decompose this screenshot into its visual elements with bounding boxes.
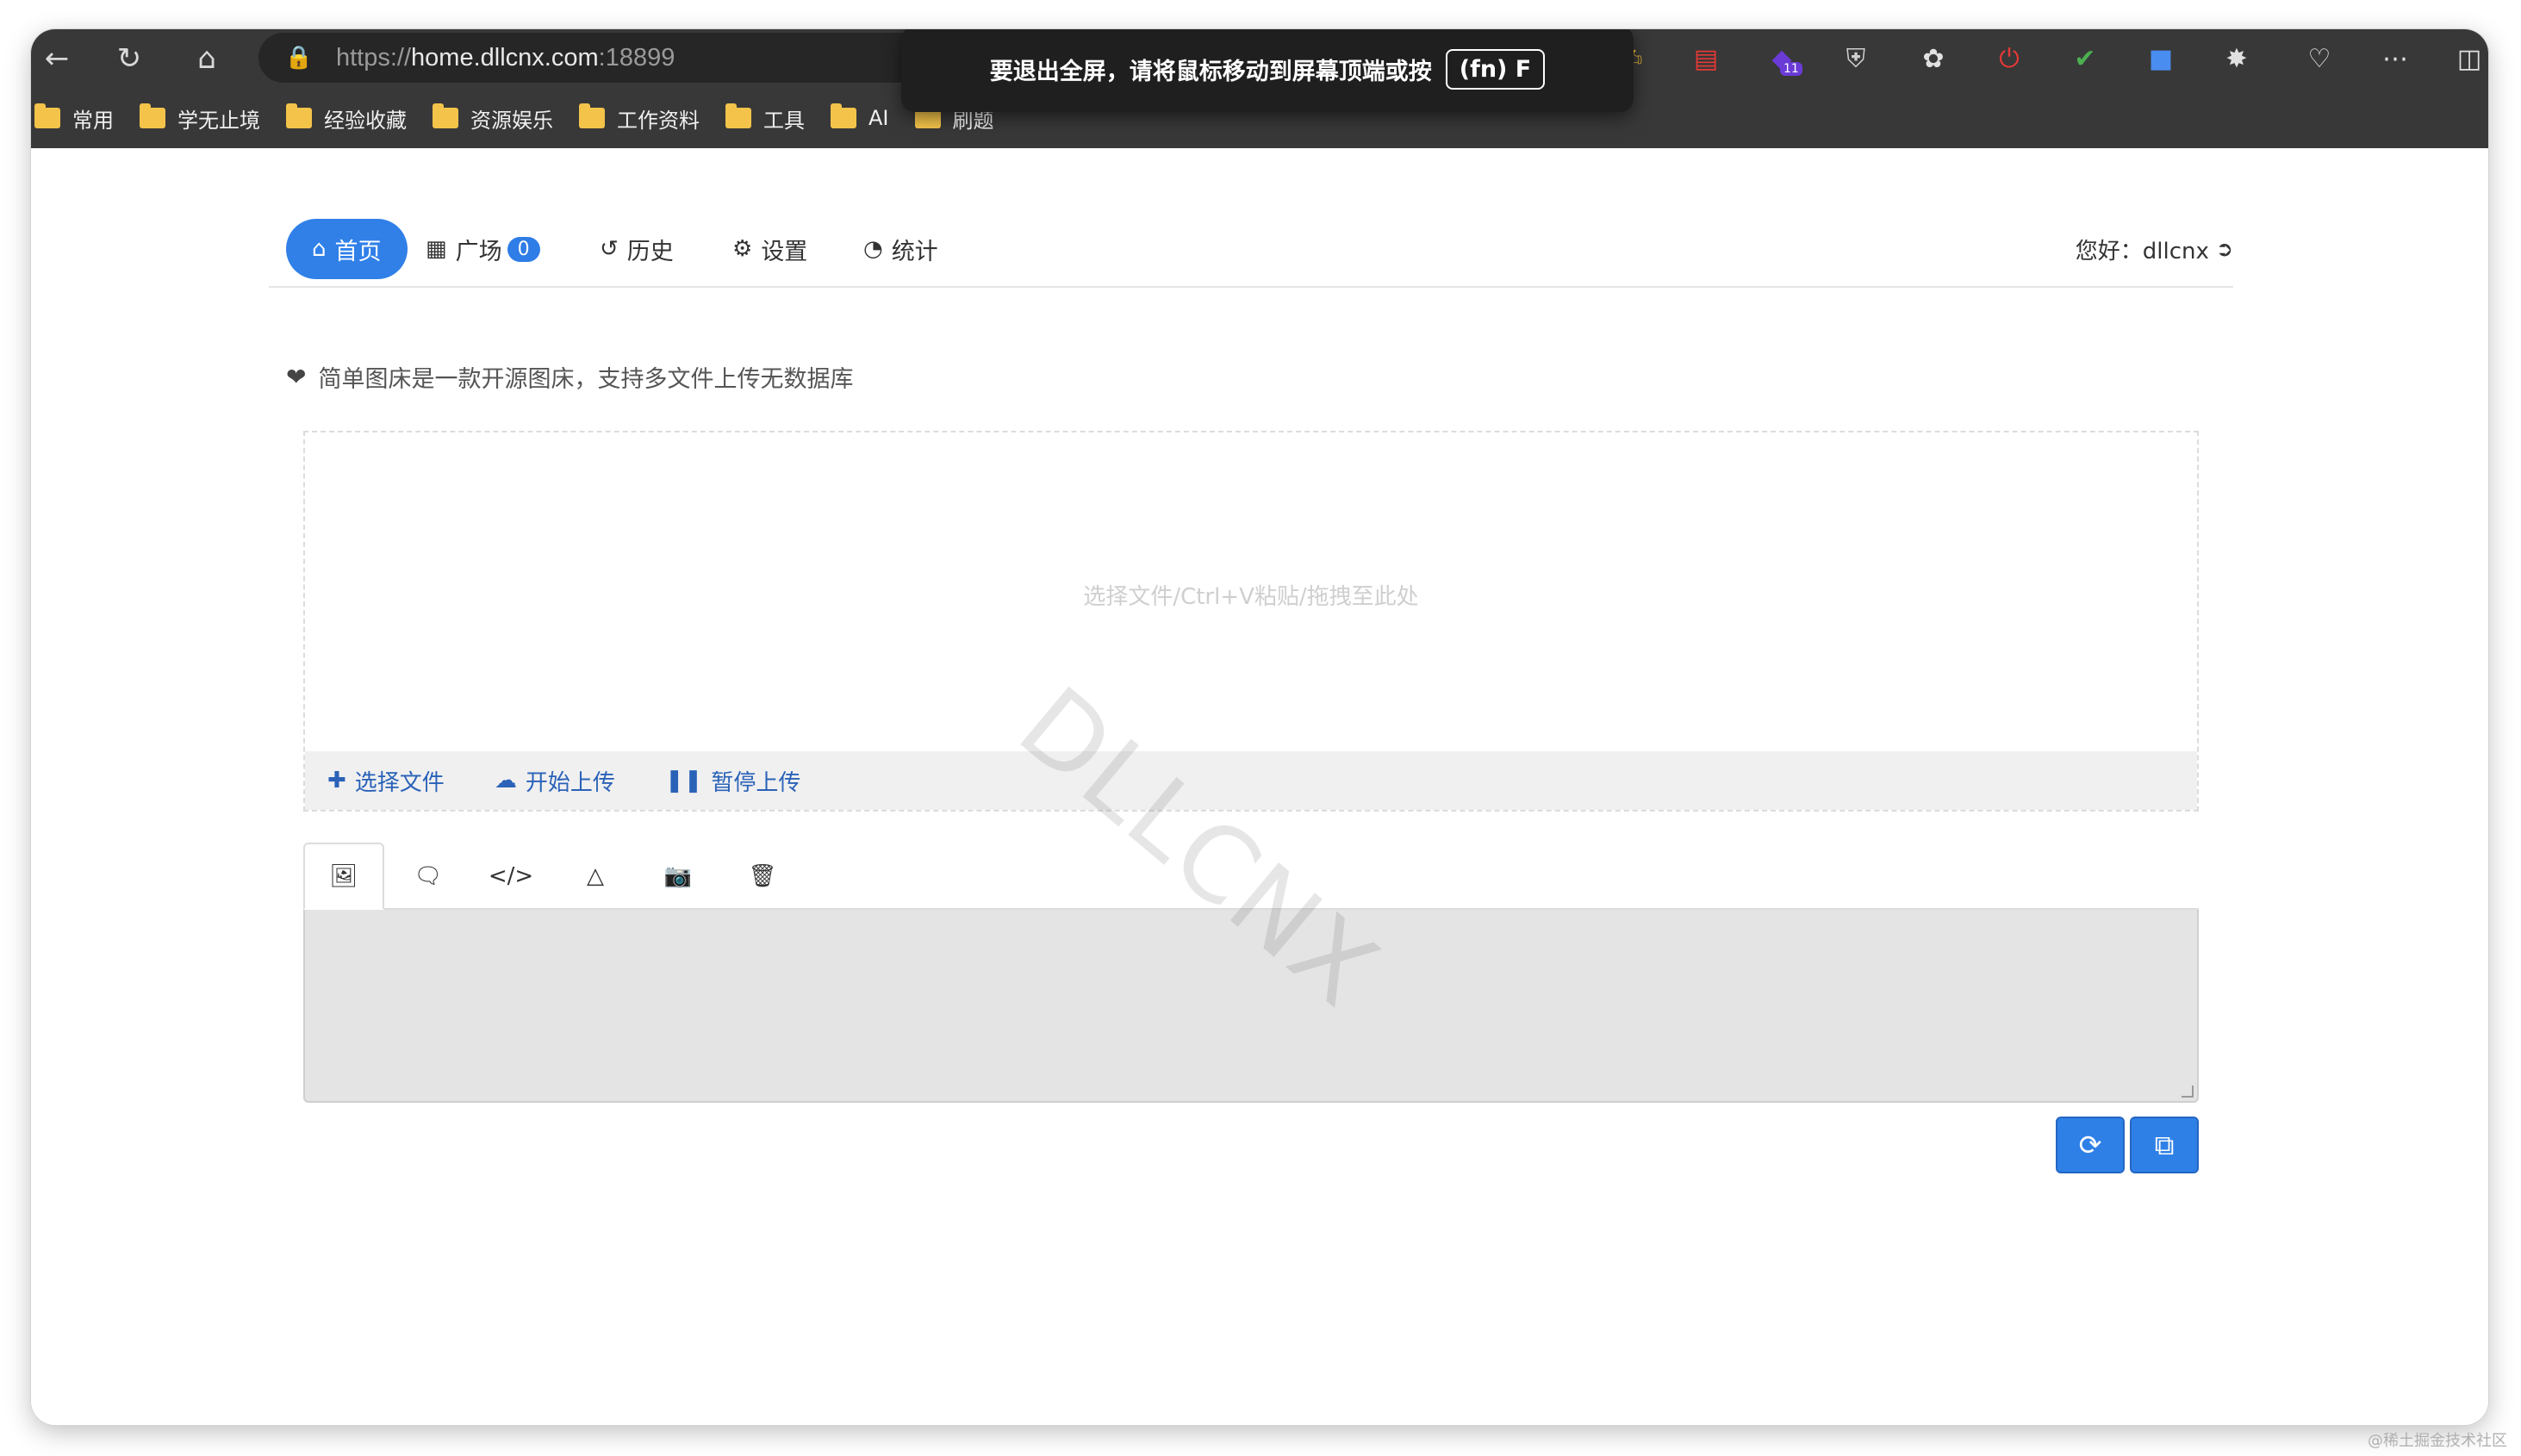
refresh-button[interactable]: ⟳ — [2056, 1117, 2125, 1173]
back-icon[interactable]: ← — [40, 41, 74, 76]
bookmark-folder[interactable]: AI — [831, 103, 889, 130]
start-upload-button[interactable]: ☁ 开始上传 — [495, 765, 615, 797]
folder-icon — [433, 103, 458, 128]
nav-statistics[interactable]: ◔ 统计 — [863, 219, 938, 279]
credit-text: @稀土掘金技术社区 — [2368, 1432, 2507, 1450]
camera-icon: 📷 — [663, 863, 693, 889]
home-icon: ⌂ — [312, 236, 327, 262]
copy-button[interactable]: ⧉ — [2130, 1117, 2199, 1173]
tag-extension-icon[interactable]: ◆ 11 — [1765, 41, 1802, 76]
select-file-label: 选择文件 — [354, 769, 445, 796]
nav-settings[interactable]: ⚙ 设置 — [732, 219, 807, 279]
image-icon: 🖼 — [329, 863, 358, 889]
browser-window: ← ↻ ⌂ 🔒 https://home.dllcnx.com:18899 ✍ … — [31, 29, 2488, 1425]
webhook-extension-icon[interactable]: ✿ — [1916, 41, 1951, 76]
fullscreen-key-hint: (fn) F — [1445, 48, 1546, 90]
nav-history[interactable]: ↺ 历史 — [600, 219, 674, 279]
bookmark-label: 学无止境 — [177, 108, 260, 133]
bookmark-label: 经验收藏 — [324, 108, 407, 133]
home-icon[interactable]: ⌂ — [190, 41, 224, 76]
gears-icon: ⚙ — [732, 236, 753, 262]
greeting-text: 您好：dllcnx — [2075, 238, 2209, 264]
resize-grip[interactable] — [2182, 1086, 2194, 1098]
cloud-upload-icon: ☁ — [494, 768, 517, 793]
page-content: ⌂ 首页 ▦ 广场 0 ↺ 历史 ⚙ 设置 ◔ 统计 您好：dllcnx ➲ ❤… — [31, 148, 2488, 1425]
url-text[interactable]: https://home.dllcnx.com:18899 — [336, 44, 675, 72]
notes-extension-icon[interactable]: ▤ — [1689, 41, 1723, 76]
fullscreen-toast: 要退出全屏，请将鼠标移动到屏幕顶端或按 (fn) F — [901, 29, 1634, 112]
tab-trash[interactable]: 🗑 — [722, 843, 803, 910]
shield-extension-icon[interactable]: ⛨ — [1839, 41, 1873, 76]
tab-html[interactable]: △ — [555, 843, 636, 910]
user-greeting[interactable]: 您好：dllcnx ➲ — [2076, 219, 2233, 279]
refresh-icon: ⟳ — [2078, 1129, 2102, 1161]
nav-square[interactable]: ▦ 广场 0 — [426, 219, 540, 279]
dropzone-hint: 选择文件/Ctrl+V粘贴/拖拽至此处 — [1083, 584, 1419, 610]
bookmark-folder[interactable]: 经验收藏 — [286, 103, 407, 134]
power-extension-icon[interactable]: ⏻ — [1992, 41, 2026, 76]
tagline-text: 简单图床是一款开源图床，支持多文件上传无数据库 — [318, 366, 854, 393]
pause-upload-label: 暂停上传 — [711, 769, 801, 796]
folder-icon — [34, 103, 60, 128]
bookmark-label: 工具 — [763, 108, 805, 133]
fullscreen-message: 要退出全屏，请将鼠标移动到屏幕顶端或按 — [989, 58, 1432, 85]
plus-icon: ✚ — [327, 768, 346, 793]
puzzle-extensions-icon[interactable]: ✸ — [2219, 41, 2254, 76]
main-nav: ⌂ 首页 ▦ 广场 0 ↺ 历史 ⚙ 设置 ◔ 统计 您好：dllcnx ➲ — [269, 219, 2233, 288]
start-upload-label: 开始上传 — [525, 769, 615, 796]
health-icon[interactable]: ♡ — [2302, 41, 2337, 76]
nav-label: 设置 — [761, 238, 808, 265]
history-icon: ↺ — [600, 236, 619, 262]
grid-icon: ▦ — [426, 236, 447, 262]
html5-icon: △ — [587, 863, 604, 889]
bookmark-label: 资源娱乐 — [470, 108, 553, 133]
folder-icon — [725, 103, 751, 128]
nav-label: 统计 — [891, 238, 938, 265]
bookmark-folder[interactable]: 工作资料 — [579, 103, 700, 134]
folder-icon — [286, 103, 312, 128]
sidebar-toggle-icon[interactable]: ◫ — [2452, 41, 2487, 76]
sign-out-icon[interactable]: ➲ — [2216, 237, 2233, 261]
trash-icon: 🗑 — [748, 863, 777, 889]
nav-label: 首页 — [334, 238, 382, 265]
bookmark-label: AI — [868, 106, 889, 130]
lock-icon: 🔒 — [284, 45, 314, 71]
heart-icon: ❤ — [286, 363, 307, 391]
browser-chrome: ← ↻ ⌂ 🔒 https://home.dllcnx.com:18899 ✍ … — [31, 29, 2488, 148]
bookmark-folder[interactable]: 资源娱乐 — [433, 103, 553, 134]
more-menu-icon[interactable]: ⋯ — [2378, 41, 2412, 76]
folder-icon — [831, 103, 856, 128]
nav-home[interactable]: ⌂ 首页 — [286, 219, 408, 279]
square-count-badge: 0 — [507, 236, 540, 262]
folder-icon — [140, 103, 165, 128]
upload-toolbar: ✚ 选择文件 ☁ 开始上传 ❚❚ 暂停上传 — [305, 751, 2197, 810]
folder-icon — [579, 103, 605, 128]
bookmark-folder[interactable]: 工具 — [725, 103, 805, 134]
copy-icon: ⧉ — [2154, 1128, 2175, 1161]
nav-label: 广场 — [455, 238, 502, 265]
bookmark-folder[interactable]: 常用 — [34, 103, 114, 134]
adblock-extension-icon[interactable]: ✔ — [2068, 41, 2102, 76]
bookmark-folder[interactable]: 学无止境 — [140, 103, 260, 134]
code-icon: </> — [488, 863, 534, 889]
extension-badge: 11 — [1780, 62, 1802, 76]
comment-icon: 🗨 — [414, 863, 443, 889]
nav-label: 历史 — [626, 238, 674, 265]
bookmark-label: 常用 — [72, 108, 114, 133]
tab-code[interactable]: </> — [470, 843, 551, 910]
pause-icon: ❚❚ — [664, 768, 703, 793]
pie-chart-icon: ◔ — [863, 236, 883, 262]
reload-icon[interactable]: ↻ — [112, 41, 146, 76]
tab-comment[interactable]: 🗨 — [388, 843, 469, 910]
tab-image-link[interactable]: 🖼 — [303, 843, 384, 910]
tab-camera[interactable]: 📷 — [638, 843, 719, 910]
select-file-button[interactable]: ✚ 选择文件 — [327, 765, 445, 797]
upload-dropzone[interactable]: 选择文件/Ctrl+V粘贴/拖拽至此处 ✚ 选择文件 ☁ 开始上传 ❚❚ 暂停上… — [303, 431, 2199, 812]
address-bar[interactable]: 🔒 https://home.dllcnx.com:18899 — [258, 33, 999, 83]
tagline: ❤ 简单图床是一款开源图床，支持多文件上传无数据库 — [286, 360, 853, 394]
bookmark-label: 工作资料 — [617, 108, 700, 133]
pause-upload-button[interactable]: ❚❚ 暂停上传 — [665, 765, 801, 797]
picture-extension-icon[interactable]: ■ — [2144, 41, 2178, 76]
